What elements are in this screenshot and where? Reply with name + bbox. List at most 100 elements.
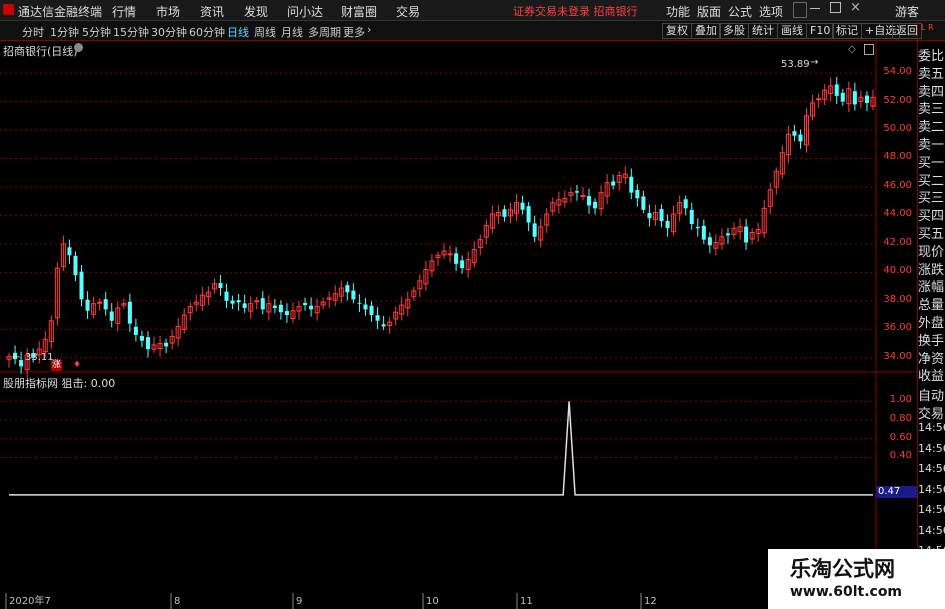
candle-body	[864, 95, 869, 103]
menu-quotes[interactable]: 行情	[112, 3, 136, 20]
arrow-right-icon: →	[810, 57, 819, 68]
side-quote-item[interactable]: 现价	[918, 241, 945, 258]
menu-options[interactable]: 选项	[759, 3, 783, 20]
side-quote-item[interactable]: 外盘	[918, 312, 945, 329]
candle-body	[665, 220, 670, 229]
menu-layout[interactable]: 版面	[697, 3, 721, 20]
menu-formula[interactable]: 公式	[728, 3, 752, 20]
side-quote-item[interactable]: 卖二	[918, 116, 945, 133]
period-more[interactable]: 更多	[343, 24, 365, 40]
period-15min[interactable]: 15分钟	[113, 24, 149, 40]
period-5min[interactable]: 5分钟	[82, 24, 111, 40]
main-chart-label: 招商银行(日线)	[3, 45, 78, 58]
candle-body	[520, 202, 525, 210]
period-weekly[interactable]: 周线	[254, 24, 276, 40]
candle-body	[725, 233, 730, 236]
period-1min[interactable]: 1分钟	[50, 24, 79, 40]
side-quote-item[interactable]: 买三	[918, 187, 945, 204]
side-quote-item[interactable]: 涨幅	[918, 276, 945, 293]
candle-body	[852, 91, 857, 105]
chart-canvas[interactable]: 2020年7 8 9 10 11 12	[0, 41, 918, 609]
candle-body	[284, 311, 289, 316]
y-tick-label: 40.00	[883, 265, 912, 277]
chevron-right-icon[interactable]: ›	[367, 23, 371, 36]
minimize-icon[interactable]	[810, 8, 820, 9]
candle-body	[127, 301, 132, 324]
btn-adjust[interactable]: 复权	[662, 23, 692, 39]
candle-body	[218, 283, 223, 289]
side-quote-item[interactable]: 换手	[918, 330, 945, 347]
period-60min[interactable]: 60分钟	[189, 24, 225, 40]
candle-body	[345, 285, 350, 293]
candle-body	[695, 226, 700, 229]
candle-body	[272, 305, 277, 308]
candle-body	[447, 253, 453, 256]
menu-discover[interactable]: 发现	[244, 3, 268, 20]
x-tick-label: 2020年7	[9, 594, 51, 607]
candle-body	[460, 260, 465, 269]
maximize-icon[interactable]	[830, 2, 841, 13]
btn-stats[interactable]: 统计	[748, 23, 778, 39]
candle-body	[230, 300, 235, 304]
x-tick-label: 11	[520, 596, 533, 607]
side-quote-item[interactable]: 卖五	[918, 63, 945, 80]
candle-body	[357, 302, 362, 304]
side-quote-item[interactable]: 买二	[918, 170, 945, 187]
menu-market[interactable]: 市场	[156, 3, 180, 20]
menu-news[interactable]: 资讯	[200, 3, 224, 20]
candle-body	[97, 301, 103, 304]
side-quote-item[interactable]: 买一	[918, 152, 945, 169]
candle-body	[580, 194, 586, 197]
btn-f10[interactable]: F10	[806, 23, 835, 39]
menu-trade[interactable]: 交易	[396, 3, 420, 20]
x-tick-label: 8	[174, 596, 180, 607]
side-quote-item[interactable]: 总量	[918, 294, 945, 311]
side-quote-item[interactable]: 卖三	[918, 98, 945, 115]
candle-body	[351, 290, 356, 300]
side-quote-item[interactable]: 涨跌	[918, 259, 945, 276]
candle-body	[303, 302, 308, 306]
candle-body	[834, 84, 839, 96]
period-timeshare[interactable]: 分时	[22, 24, 44, 40]
limit-up-badge: 涨	[51, 360, 62, 371]
side-quote-item[interactable]: 净资	[918, 348, 945, 365]
side-quote-item[interactable]: 卖四	[918, 81, 945, 98]
btn-overlay[interactable]: 叠加	[691, 23, 721, 39]
menu-function[interactable]: 功能	[666, 3, 690, 20]
diamond-icon[interactable]: ◇	[848, 44, 856, 55]
period-multi[interactable]: 多周期	[308, 24, 341, 40]
candle-body	[502, 209, 507, 217]
period-30min[interactable]: 30分钟	[151, 24, 187, 40]
arrow-left-icon: ←	[12, 352, 21, 363]
y-tick-label: 44.00	[883, 208, 912, 220]
side-quote-item[interactable]: 卖一	[918, 134, 945, 151]
btn-draw[interactable]: 画线	[777, 23, 807, 39]
app-logo-icon	[3, 4, 14, 15]
menu-wealth[interactable]: 财富圈	[341, 3, 377, 20]
candle-body	[109, 311, 114, 321]
dropdown-icon[interactable]	[74, 43, 83, 52]
side-quote-item[interactable]: 买四	[918, 205, 945, 222]
menu-ask[interactable]: 问小达	[287, 3, 323, 20]
candle-body	[792, 131, 797, 136]
flag-icon: ♦	[73, 360, 82, 370]
side-trade-item[interactable]: 自动	[918, 385, 945, 402]
candle-body	[375, 315, 380, 321]
side-quote-item[interactable]: 委比	[918, 45, 945, 62]
y-tick-label: 48.00	[883, 151, 912, 163]
period-monthly[interactable]: 月线	[281, 24, 303, 40]
app-title: 通达信金融终端	[18, 5, 103, 19]
period-daily[interactable]: 日线	[227, 24, 249, 40]
window-restore-icon[interactable]	[793, 2, 807, 18]
guest-label[interactable]: 游客	[895, 3, 919, 20]
side-quote-item[interactable]: 买五	[918, 223, 945, 240]
btn-multistock[interactable]: 多股	[719, 23, 749, 39]
panel-toggle-icon[interactable]	[864, 44, 874, 55]
login-notice[interactable]: 证券交易未登录 招商银行	[513, 3, 638, 19]
close-icon[interactable]: ×	[850, 0, 861, 15]
high-price-marker: 53.89	[781, 59, 810, 70]
side-quote-item[interactable]: 收益	[918, 365, 945, 382]
side-trade-item[interactable]: 交易	[918, 403, 945, 420]
btn-mark[interactable]: 标记	[832, 23, 862, 39]
candle-body	[629, 176, 634, 193]
